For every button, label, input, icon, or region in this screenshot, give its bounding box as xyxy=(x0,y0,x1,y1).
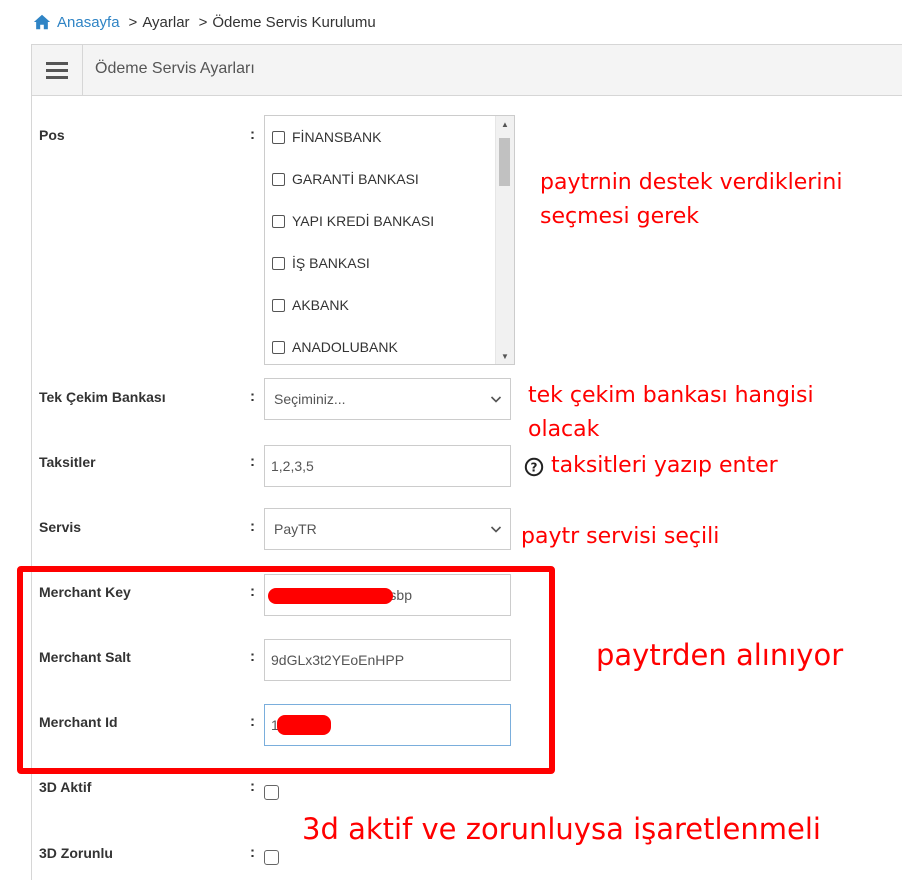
colon: : xyxy=(250,844,255,861)
scroll-thumb[interactable] xyxy=(499,138,510,186)
annotation-tek-cekim-note: tek çekim bankası hangisi olacak xyxy=(528,379,814,447)
checkbox[interactable] xyxy=(272,340,285,354)
pos-option-label: AKBANK xyxy=(292,297,349,313)
annotation-taksit-note: taksitleri yazıp enter xyxy=(551,453,778,478)
aktif-3d-label: 3D Aktif xyxy=(39,779,92,795)
zorunlu-3d-checkbox[interactable] xyxy=(264,850,279,865)
annotation-merchant-note: paytrden alınıyor xyxy=(596,638,844,672)
annotation-line: tek çekim bankası hangisi xyxy=(528,383,814,408)
checkbox[interactable] xyxy=(272,214,285,228)
breadcrumb-item-current: Ödeme Servis Kurulumu xyxy=(212,13,376,31)
breadcrumb-separator: > xyxy=(198,13,208,31)
breadcrumb-home-link[interactable]: Anasayfa xyxy=(57,14,120,31)
colon: : xyxy=(250,518,255,535)
menu-toggle-button[interactable] xyxy=(32,45,83,95)
pos-option-label: YAPI KREDİ BANKASI xyxy=(292,213,435,229)
panel-title: Ödeme Servis Ayarları xyxy=(95,60,255,77)
annotation-3d-note: 3d aktif ve zorunluysa işaretlenmeli xyxy=(302,812,821,846)
tek-cekim-select[interactable]: Seçiminiz... xyxy=(264,378,511,420)
pos-option-label: FİNANSBANK xyxy=(292,129,382,145)
question-circle-icon[interactable]: ? xyxy=(524,457,544,477)
breadcrumb: Anasayfa > Ayarlar > Ödeme Servis Kurulu… xyxy=(33,10,376,34)
pos-option-anadolubank[interactable]: ANADOLUBANK xyxy=(272,339,398,355)
pos-option-label: İŞ BANKASI xyxy=(292,255,370,271)
tek-cekim-label: Tek Çekim Bankası xyxy=(39,389,166,405)
pos-option-isbankasi[interactable]: İŞ BANKASI xyxy=(272,255,370,271)
pos-option-finansbank[interactable]: FİNANSBANK xyxy=(272,129,381,145)
tek-cekim-select-value: Seçiminiz... xyxy=(274,391,346,407)
hamburger-icon xyxy=(46,60,68,81)
checkbox[interactable] xyxy=(272,298,285,312)
chevron-down-icon xyxy=(490,526,502,533)
aktif-3d-checkbox[interactable] xyxy=(264,785,279,800)
servis-select[interactable]: PayTR xyxy=(264,508,511,550)
scroll-down-icon[interactable]: ▼ xyxy=(496,348,514,364)
pos-option-label: GARANTİ BANKASI xyxy=(292,171,419,187)
pos-label: Pos xyxy=(39,127,65,143)
taksitler-input[interactable]: 1,2,3,5 xyxy=(264,445,511,487)
home-icon[interactable] xyxy=(33,13,51,31)
pos-option-akbank[interactable]: AKBANK xyxy=(272,297,349,313)
checkbox[interactable] xyxy=(272,130,285,144)
colon: : xyxy=(250,388,255,405)
servis-select-value: PayTR xyxy=(274,521,317,537)
taksitler-input-value: 1,2,3,5 xyxy=(271,458,314,474)
annotation-pos-note: paytrnin destek verdiklerini seçmesi ger… xyxy=(540,166,843,234)
pos-option-yapikredi[interactable]: YAPI KREDİ BANKASI xyxy=(272,213,434,229)
svg-text:?: ? xyxy=(531,461,538,475)
checkbox[interactable] xyxy=(272,256,285,270)
breadcrumb-separator: > xyxy=(128,13,138,31)
servis-label: Servis xyxy=(39,519,82,535)
annotation-line: seçmesi gerek xyxy=(540,204,699,229)
checkbox[interactable] xyxy=(272,172,285,186)
pos-option-label: ANADOLUBANK xyxy=(292,339,398,355)
pos-scrollbar[interactable]: ▲ ▼ xyxy=(495,116,514,364)
annotation-line: olacak xyxy=(528,417,600,442)
chevron-down-icon xyxy=(490,396,502,403)
zorunlu-3d-label: 3D Zorunlu xyxy=(39,845,113,861)
annotation-servis-note: paytr servisi seçili xyxy=(521,524,720,549)
scroll-up-icon[interactable]: ▲ xyxy=(496,116,514,132)
colon: : xyxy=(250,778,255,795)
annotation-line: paytrnin destek verdiklerini xyxy=(540,170,843,195)
pos-option-garanti[interactable]: GARANTİ BANKASI xyxy=(272,171,419,187)
merchant-highlight-box xyxy=(17,566,555,774)
colon: : xyxy=(250,126,255,143)
breadcrumb-item-ayarlar[interactable]: Ayarlar xyxy=(142,14,189,31)
taksitler-label: Taksitler xyxy=(39,454,96,470)
pos-listbox[interactable]: FİNANSBANK GARANTİ BANKASI YAPI KREDİ BA… xyxy=(264,115,515,365)
colon: : xyxy=(250,453,255,470)
